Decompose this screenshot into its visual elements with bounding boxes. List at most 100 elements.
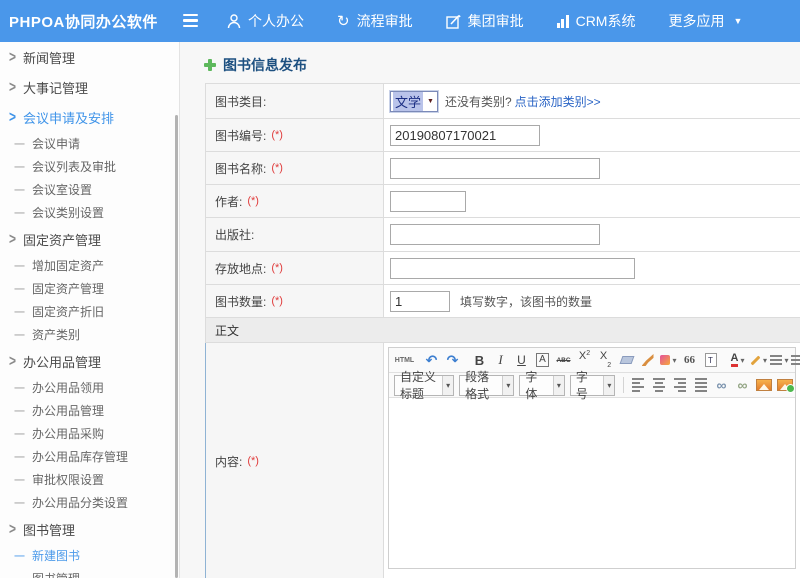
html-source-button[interactable]: HTML	[394, 350, 415, 370]
sidebar-item-book-manage[interactable]: 一图书管理	[0, 567, 179, 578]
font-size-select[interactable]: 字号▾	[570, 375, 615, 396]
sidebar-item-label: 会议申请	[32, 135, 80, 152]
sidebar-item-asset-manage[interactable]: 一固定资产管理	[0, 277, 179, 300]
superscript-button[interactable]: X2	[574, 350, 595, 370]
sidebar-item-label: 资产类别	[32, 326, 80, 343]
sidebar-item-book-new[interactable]: 一新建图书	[0, 544, 179, 567]
sidebar-item-approval-permission[interactable]: 一审批权限设置	[0, 468, 179, 491]
sidebar-item-meeting-apply[interactable]: 一会议申请	[0, 132, 179, 155]
clear-format-brush-icon[interactable]	[637, 350, 658, 370]
sidebar-group-news[interactable]: > 新闻管理	[0, 42, 179, 72]
sidebar-group-events[interactable]: > 大事记管理	[0, 72, 179, 102]
sidebar-item-asset-add[interactable]: 一增加固定资产	[0, 254, 179, 277]
sidebar-group-books[interactable]: > 图书管理	[0, 514, 179, 544]
book-name-input[interactable]	[390, 158, 600, 179]
bold-button[interactable]: B	[469, 350, 490, 370]
sidebar-item-supply-stock[interactable]: 一办公用品库存管理	[0, 445, 179, 468]
paste-text-icon[interactable]: T	[700, 350, 721, 370]
field-label: 图书编号:	[215, 127, 266, 144]
unlink-icon[interactable]: ∞	[732, 375, 753, 395]
sidebar-item-supply-manage[interactable]: 一办公用品管理	[0, 399, 179, 422]
book-code-input[interactable]	[390, 125, 540, 146]
nav-label: 更多应用	[668, 11, 724, 31]
rich-text-editor: HTML ↶ ↷ B I U A ABC X2 X2	[388, 347, 796, 569]
insert-image-icon[interactable]	[774, 375, 795, 395]
ordered-list-button[interactable]: ▾	[769, 350, 790, 370]
font-color-button[interactable]: A▾	[727, 350, 748, 370]
select-caret-icon: ▾	[442, 376, 453, 395]
add-plus-icon	[204, 59, 216, 71]
nav-group-approval[interactable]: 集团审批	[446, 11, 524, 31]
sidebar-group-label: 固定资产管理	[23, 230, 101, 249]
highlight-pen-icon[interactable]: ▾	[748, 350, 769, 370]
italic-button[interactable]: I	[490, 350, 511, 370]
redo-icon[interactable]: ↷	[442, 350, 463, 370]
form-row-publisher: 出版社:	[205, 218, 800, 252]
insert-link-icon[interactable]: ∞	[711, 375, 732, 395]
sidebar-item-supply-claim[interactable]: 一办公用品领用	[0, 376, 179, 399]
book-category-select[interactable]: 文学 ▼	[390, 91, 438, 112]
underline-button[interactable]: U	[511, 350, 532, 370]
nav-process-approval[interactable]: ↻ 流程审批	[337, 11, 413, 31]
sidebar-item-supply-category[interactable]: 一办公用品分类设置	[0, 491, 179, 514]
dash-icon: 一	[14, 327, 25, 343]
blockquote-button[interactable]: 66	[679, 350, 700, 370]
sidebar-item-meeting-category[interactable]: 一会议类别设置	[0, 201, 179, 224]
chevron-right-icon: >	[9, 352, 16, 370]
location-input[interactable]	[390, 258, 635, 279]
top-navigation-bar: PHPOA协同办公软件 个人办公 ↻ 流程审批 集团审批 CRM系统 更多应用 …	[0, 0, 800, 42]
user-icon	[227, 14, 241, 29]
editor-content-area[interactable]	[389, 398, 795, 568]
sidebar-group-label: 会议申请及安排	[23, 108, 114, 127]
menu-toggle-icon[interactable]	[183, 14, 198, 27]
custom-heading-select[interactable]: 自定义标题▾	[394, 375, 454, 396]
sidebar-item-meeting-list[interactable]: 一会议列表及审批	[0, 155, 179, 178]
sidebar-item-label: 办公用品分类设置	[32, 494, 128, 511]
sidebar-group-label: 大事记管理	[23, 78, 88, 97]
publisher-input[interactable]	[390, 224, 600, 245]
unordered-list-button[interactable]: ▾	[790, 350, 800, 370]
strikethrough-button[interactable]: ABC	[553, 350, 574, 370]
form-row-content: 内容:(*) HTML ↶ ↷ B I U A A	[205, 343, 800, 578]
category-note: 还没有类别?	[445, 93, 512, 110]
field-label: 内容:	[215, 453, 242, 470]
app-window: PHPOA协同办公软件 个人办公 ↻ 流程审批 集团审批 CRM系统 更多应用 …	[0, 0, 800, 578]
align-justify-icon[interactable]	[690, 375, 711, 395]
add-category-link[interactable]: 点击添加类别>>	[515, 93, 601, 110]
align-center-icon[interactable]	[648, 375, 669, 395]
nav-crm-system[interactable]: CRM系统	[557, 11, 636, 31]
align-right-icon[interactable]	[669, 375, 690, 395]
field-label: 作者:	[215, 193, 242, 210]
sidebar-item-label: 会议列表及审批	[32, 158, 116, 175]
sidebar-group-meetings[interactable]: > 会议申请及安排	[0, 102, 179, 132]
nav-more-apps[interactable]: 更多应用 ▼	[668, 11, 742, 31]
sidebar-group-assets[interactable]: > 固定资产管理	[0, 224, 179, 254]
eraser-icon[interactable]	[616, 350, 637, 370]
dash-icon: 一	[14, 182, 25, 198]
format-painter-icon[interactable]: ▾	[658, 350, 679, 370]
align-left-icon[interactable]	[627, 375, 648, 395]
sidebar-item-label: 会议类别设置	[32, 204, 104, 221]
subscript-button[interactable]: X2	[595, 350, 616, 370]
undo-icon[interactable]: ↶	[421, 350, 442, 370]
author-input[interactable]	[390, 191, 466, 212]
nav-label: 集团审批	[468, 11, 524, 31]
font-family-select[interactable]: 字体▾	[519, 375, 564, 396]
sidebar-group-supplies[interactable]: > 办公用品管理	[0, 346, 179, 376]
image-icon[interactable]	[753, 375, 774, 395]
nav-personal-office[interactable]: 个人办公	[227, 11, 304, 31]
sidebar-item-asset-category[interactable]: 一资产类别	[0, 323, 179, 346]
sidebar-item-asset-depreciation[interactable]: 一固定资产折旧	[0, 300, 179, 323]
sidebar-item-supply-purchase[interactable]: 一办公用品采购	[0, 422, 179, 445]
paragraph-format-select[interactable]: 段落格式▾	[459, 375, 514, 396]
quantity-input[interactable]	[390, 291, 450, 312]
chevron-right-icon: >	[9, 48, 16, 66]
required-marker: (*)	[271, 162, 283, 174]
font-border-button[interactable]: A	[532, 350, 553, 370]
form-row-name: 图书名称:(*)	[205, 152, 800, 185]
sidebar-scrollbar[interactable]	[175, 115, 178, 578]
sidebar-item-meeting-room[interactable]: 一会议室设置	[0, 178, 179, 201]
select-caret-icon: ▾	[502, 376, 513, 395]
top-nav-menu: 个人办公 ↻ 流程审批 集团审批 CRM系统 更多应用 ▼	[227, 0, 742, 42]
page-title-bar: 图书信息发布	[204, 55, 307, 75]
